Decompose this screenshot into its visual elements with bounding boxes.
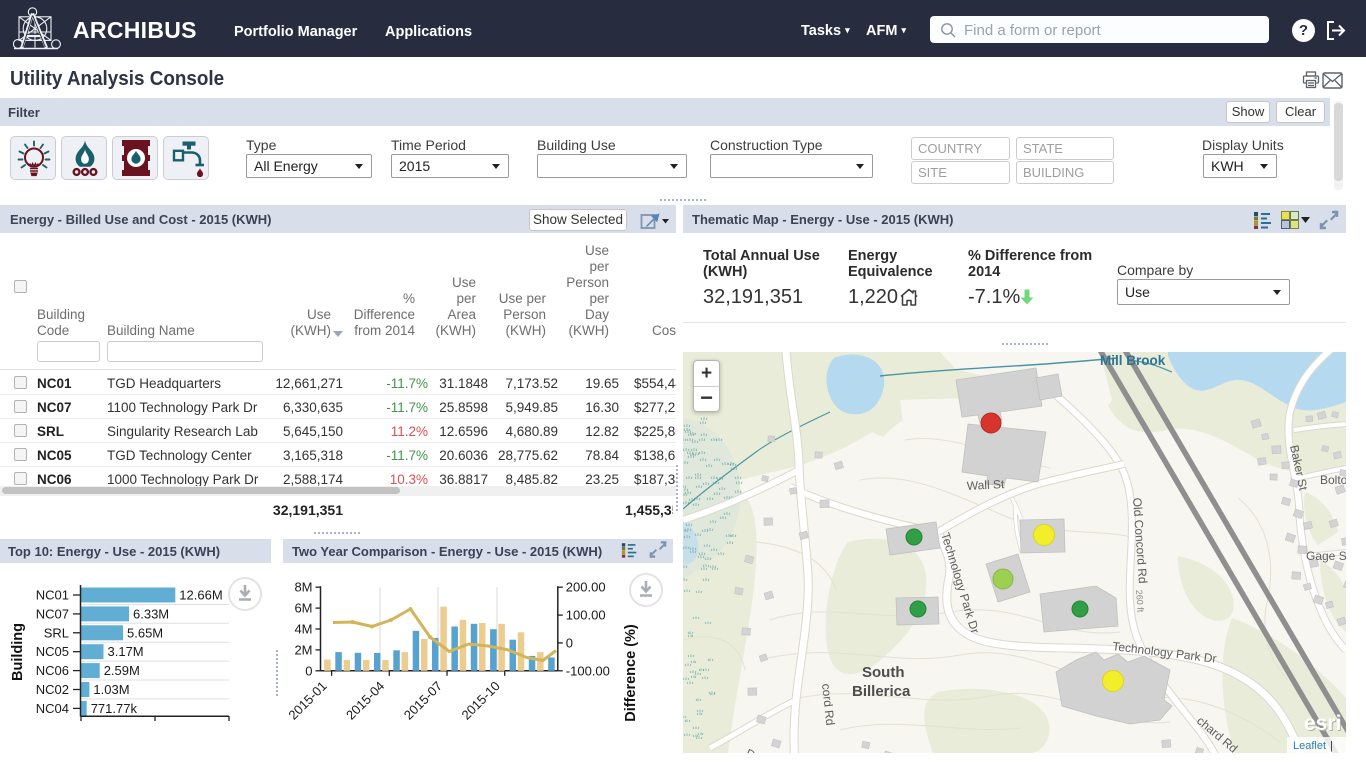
svg-text:3.17M: 3.17M xyxy=(108,644,144,659)
svg-text:NC07: NC07 xyxy=(36,606,69,621)
svg-text:Mill Brook: Mill Brook xyxy=(1100,353,1166,368)
svg-text:Bolton: Bolton xyxy=(1320,473,1346,487)
svg-text:771.77k: 771.77k xyxy=(91,701,138,716)
svg-text:12.66M: 12.66M xyxy=(179,588,222,603)
svg-text:6.33M: 6.33M xyxy=(133,606,169,621)
svg-text:Gage S: Gage S xyxy=(1306,549,1346,563)
svg-text:South: South xyxy=(862,664,905,681)
svg-text:NC02: NC02 xyxy=(36,682,69,697)
svg-text:NC06: NC06 xyxy=(36,663,69,678)
svg-text:2015-07: 2015-07 xyxy=(401,678,445,722)
svg-text:8M: 8M xyxy=(294,580,312,595)
svg-text:4M: 4M xyxy=(294,622,312,637)
svg-text:2.59M: 2.59M xyxy=(104,663,140,678)
svg-text:Wall St: Wall St xyxy=(966,477,1005,493)
svg-text:2015-01: 2015-01 xyxy=(285,678,329,722)
svg-text:6M: 6M xyxy=(294,601,312,616)
svg-text:100.00: 100.00 xyxy=(566,608,606,623)
svg-text:esri: esri xyxy=(1304,712,1341,735)
svg-text:Leaflet: Leaflet xyxy=(1293,740,1326,752)
svg-text:5.65M: 5.65M xyxy=(127,625,163,640)
svg-text:1.03M: 1.03M xyxy=(93,682,129,697)
svg-text:Building: Building xyxy=(10,623,26,681)
svg-text:200.00: 200.00 xyxy=(566,580,606,595)
svg-text:|: | xyxy=(1330,740,1333,752)
svg-text:-100.00: -100.00 xyxy=(566,663,610,678)
svg-text:Billerica: Billerica xyxy=(852,683,911,700)
svg-text:NC04: NC04 xyxy=(36,701,69,716)
svg-text:0: 0 xyxy=(305,663,312,678)
svg-text:NC05: NC05 xyxy=(36,644,69,659)
svg-text:260 ft: 260 ft xyxy=(1134,589,1146,613)
svg-text:Difference (%): Difference (%) xyxy=(623,624,639,722)
svg-text:2015-04: 2015-04 xyxy=(343,678,387,722)
svg-text:SRL: SRL xyxy=(44,625,69,640)
svg-text:NC01: NC01 xyxy=(36,588,69,603)
svg-text:2015-10: 2015-10 xyxy=(458,678,502,722)
svg-text:0: 0 xyxy=(566,635,573,650)
svg-text:2M: 2M xyxy=(294,642,312,657)
